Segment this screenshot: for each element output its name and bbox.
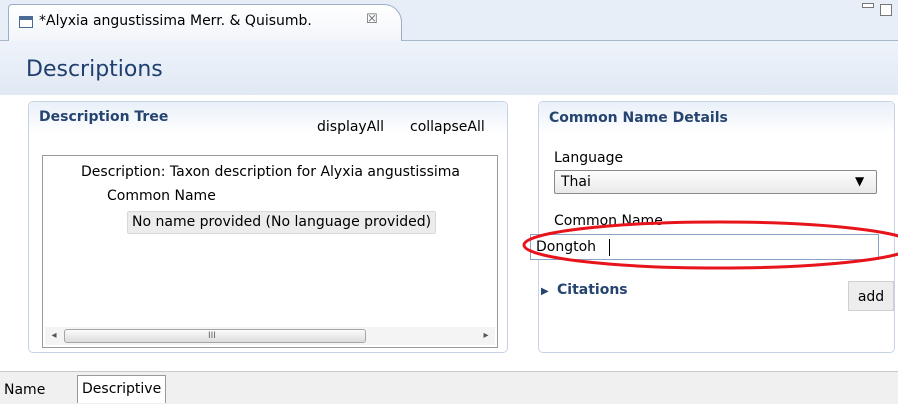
citations-section-toggle[interactable]: Citations <box>557 282 628 298</box>
common-name-details-title: Common Name Details <box>549 110 728 126</box>
language-select[interactable]: Thai ▼ <box>554 170 877 194</box>
maximize-icon[interactable] <box>880 4 892 16</box>
scroll-left-arrow-icon[interactable]: ◂ <box>45 327 63 345</box>
text-cursor <box>609 239 610 256</box>
editor-tab-bar: *Alyxia angustissima Merr. & Quisumb. ☒ <box>0 0 898 41</box>
display-all-link[interactable]: displayAll <box>317 119 384 135</box>
page-title: Descriptions <box>26 57 163 82</box>
common-name-details-header: Common Name Details <box>539 102 894 134</box>
description-tree-header: Description Tree displayAll collapseAll <box>29 102 507 135</box>
tree-node-common-name[interactable]: Common Name <box>107 188 216 204</box>
tab-name[interactable]: Name <box>0 379 49 403</box>
common-name-input[interactable]: Dongtoh <box>530 234 879 260</box>
language-selected-value: Thai <box>561 174 591 190</box>
editor-tab-title: *Alyxia angustissima Merr. & Quisumb. <box>39 13 312 29</box>
common-name-details-panel: Common Name Details Language Thai ▼ Comm… <box>530 101 895 353</box>
collapse-all-link[interactable]: collapseAll <box>410 119 485 135</box>
bottom-tab-bar: Name Descriptive <box>0 371 898 404</box>
tree-node-description[interactable]: Description: Taxon description for Alyxi… <box>81 164 460 180</box>
document-icon <box>19 16 33 28</box>
add-button[interactable]: add <box>848 281 894 311</box>
scroll-grip-icon: III <box>208 331 216 341</box>
description-tree-panel: Description Tree displayAll collapseAll … <box>28 101 508 353</box>
tab-descriptive[interactable]: Descriptive <box>77 375 167 403</box>
dropdown-arrow-icon[interactable]: ▼ <box>855 174 864 188</box>
scroll-thumb[interactable]: III <box>64 329 366 343</box>
close-icon[interactable]: ☒ <box>366 12 378 27</box>
scroll-right-arrow-icon[interactable]: ▸ <box>477 327 495 345</box>
tree-node-selected-name[interactable]: No name provided (No language provided) <box>127 211 437 234</box>
common-name-value: Dongtoh <box>536 239 597 255</box>
expand-arrow-icon[interactable]: ▶ <box>541 286 549 297</box>
language-label: Language <box>554 150 624 166</box>
section-header: Descriptions <box>0 41 898 95</box>
description-tree-title: Description Tree <box>39 109 169 125</box>
common-name-label: Common Name <box>554 213 663 229</box>
horizontal-scrollbar[interactable]: ◂ III ▸ <box>45 327 495 345</box>
minimize-icon[interactable] <box>862 3 874 8</box>
description-tree[interactable]: Description: Taxon description for Alyxi… <box>42 155 498 348</box>
editor-tab[interactable]: *Alyxia angustissima Merr. & Quisumb. ☒ <box>8 4 402 41</box>
